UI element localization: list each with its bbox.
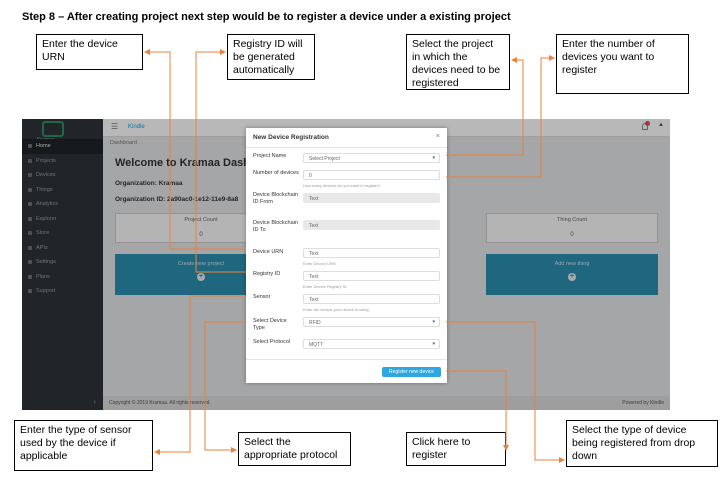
protocol-label: Select Protocol: [253, 339, 290, 345]
callout-project: Select the project in which the devices …: [406, 34, 510, 90]
registry-id-input[interactable]: Text: [303, 271, 440, 281]
device-registration-modal: New Device Registration × Project Name S…: [246, 128, 447, 383]
project-name-select[interactable]: Select Project ▾: [303, 153, 440, 163]
sensor-input[interactable]: Text: [303, 294, 440, 304]
number-of-devices-input[interactable]: 0: [303, 170, 440, 180]
device-urn-input[interactable]: Text: [303, 248, 440, 258]
blockchain-id-from-label: Device Blockchain ID From: [253, 192, 298, 205]
device-urn-label: Device URN: [253, 249, 284, 255]
registry-id-help: Enter Device Registry ID: [303, 284, 347, 289]
device-type-select[interactable]: RFID ▾: [303, 317, 440, 327]
chevron-down-icon: ▾: [432, 341, 435, 347]
register-device-button[interactable]: Register new device: [382, 367, 441, 377]
close-icon[interactable]: ×: [436, 133, 440, 140]
callout-register: Click here to register: [406, 432, 506, 466]
modal-title: New Device Registration: [253, 134, 329, 141]
app-screenshot: Kramaa Home Projects Devices Things Anal…: [22, 119, 670, 410]
project-name-label: Project Name: [253, 153, 287, 159]
number-of-devices-label: Number of devices: [253, 170, 299, 176]
registry-id-label: Registry ID: [253, 271, 281, 277]
protocol-select[interactable]: MQTT ▾: [303, 339, 440, 349]
callout-registry-id: Registry ID will be generated automatica…: [227, 34, 315, 80]
divider: [246, 147, 447, 148]
callout-device-urn: Enter the device URN: [36, 34, 143, 70]
device-type-label: Select Device Type: [253, 318, 287, 331]
callout-device-type: Select the type of device being register…: [566, 420, 718, 467]
sensor-label: Sensor: [253, 294, 271, 300]
sensor-help: Enter the sensor your device is using: [303, 307, 369, 312]
blockchain-id-to-field: Text: [303, 220, 440, 230]
blockchain-id-to-label: Device Blockchain ID To: [253, 220, 298, 233]
callout-protocol: Select the appropriate protocol: [238, 432, 351, 466]
chevron-down-icon: ▾: [432, 155, 435, 161]
page-heading: Step 8 – After creating project next ste…: [22, 11, 511, 23]
callout-sensor: Enter the type of sensor used by the dev…: [14, 420, 153, 471]
number-of-devices-help: How many devices do you want to register…: [303, 183, 381, 188]
chevron-down-icon: ▾: [432, 319, 435, 325]
divider: [246, 359, 447, 360]
device-urn-help: Enter Device URN: [303, 261, 336, 266]
blockchain-id-from-field: Text: [303, 193, 440, 203]
callout-number-of-devices: Enter the number of devices you want to …: [556, 34, 689, 94]
